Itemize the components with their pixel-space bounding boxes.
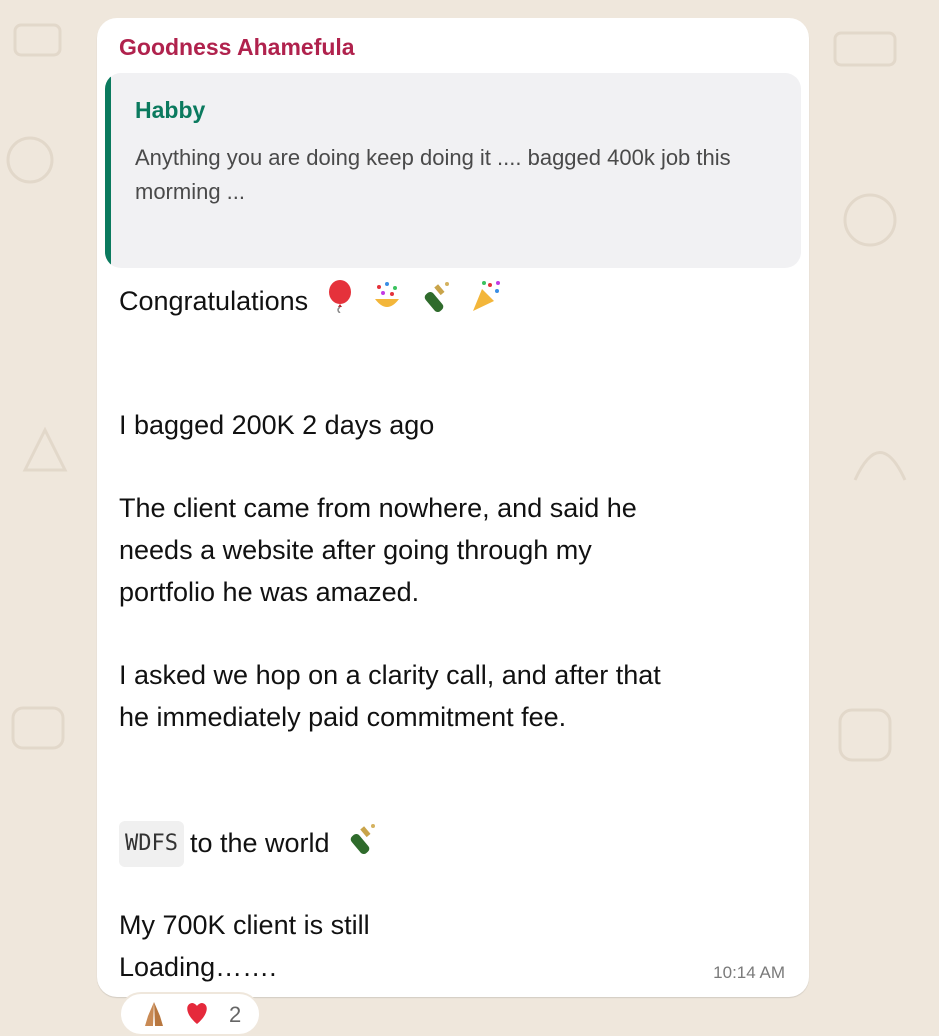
doodle-icon xyxy=(843,193,897,247)
red-heart-icon xyxy=(183,1000,211,1033)
quote-accent-bar xyxy=(105,73,111,268)
quoted-sender-name: Habby xyxy=(135,97,206,123)
message-line: WDFS to the world xyxy=(119,821,379,867)
message-line: I asked we hop on a clarity call, and af… xyxy=(119,660,661,690)
message-line: My 700K client is still xyxy=(119,910,370,940)
reaction-count: 2 xyxy=(229,1002,242,1027)
doodle-icon xyxy=(838,708,892,762)
message-text: Congratulations xyxy=(119,286,309,316)
message-line: portfolio he was amazed. xyxy=(119,577,420,607)
message-line: I bagged 200K 2 days ago xyxy=(119,410,435,440)
message-line: he immediately paid commitment fee. xyxy=(119,702,567,732)
message-line: Congratulations xyxy=(119,279,502,325)
quoted-message-text: Anything you are doing keep doing it ...… xyxy=(135,145,731,204)
reactions-pill[interactable]: 2 xyxy=(119,992,261,1036)
doodle-icon xyxy=(6,136,54,184)
message-text: to the world xyxy=(189,828,330,858)
message-line: The client came from nowhere, and said h… xyxy=(119,493,637,523)
party-popper-icon xyxy=(470,279,502,325)
doodle-icon xyxy=(13,23,62,57)
balloon-icon xyxy=(326,279,354,325)
quoted-message[interactable]: Habby Anything you are doing keep doing … xyxy=(105,73,801,268)
doodle-icon xyxy=(11,706,65,750)
message-line: needs a website after going through my xyxy=(119,535,592,565)
message-bubble[interactable]: Goodness Ahamefula Habby Anything you ar… xyxy=(97,18,809,997)
bottle-with-popping-cork-icon xyxy=(421,279,453,325)
doodle-icon xyxy=(853,451,907,481)
bottle-with-popping-cork-icon xyxy=(347,821,379,867)
message-line: Loading……. xyxy=(119,952,277,982)
message-timestamp: 10:14 AM xyxy=(713,963,785,982)
sender-name[interactable]: Goodness Ahamefula xyxy=(119,34,355,61)
inline-code: WDFS xyxy=(119,821,184,867)
doodle-icon xyxy=(22,426,68,472)
doodle-icon xyxy=(833,31,897,67)
praying-hands-icon xyxy=(141,1000,167,1035)
confetti-ball-icon xyxy=(371,279,403,325)
